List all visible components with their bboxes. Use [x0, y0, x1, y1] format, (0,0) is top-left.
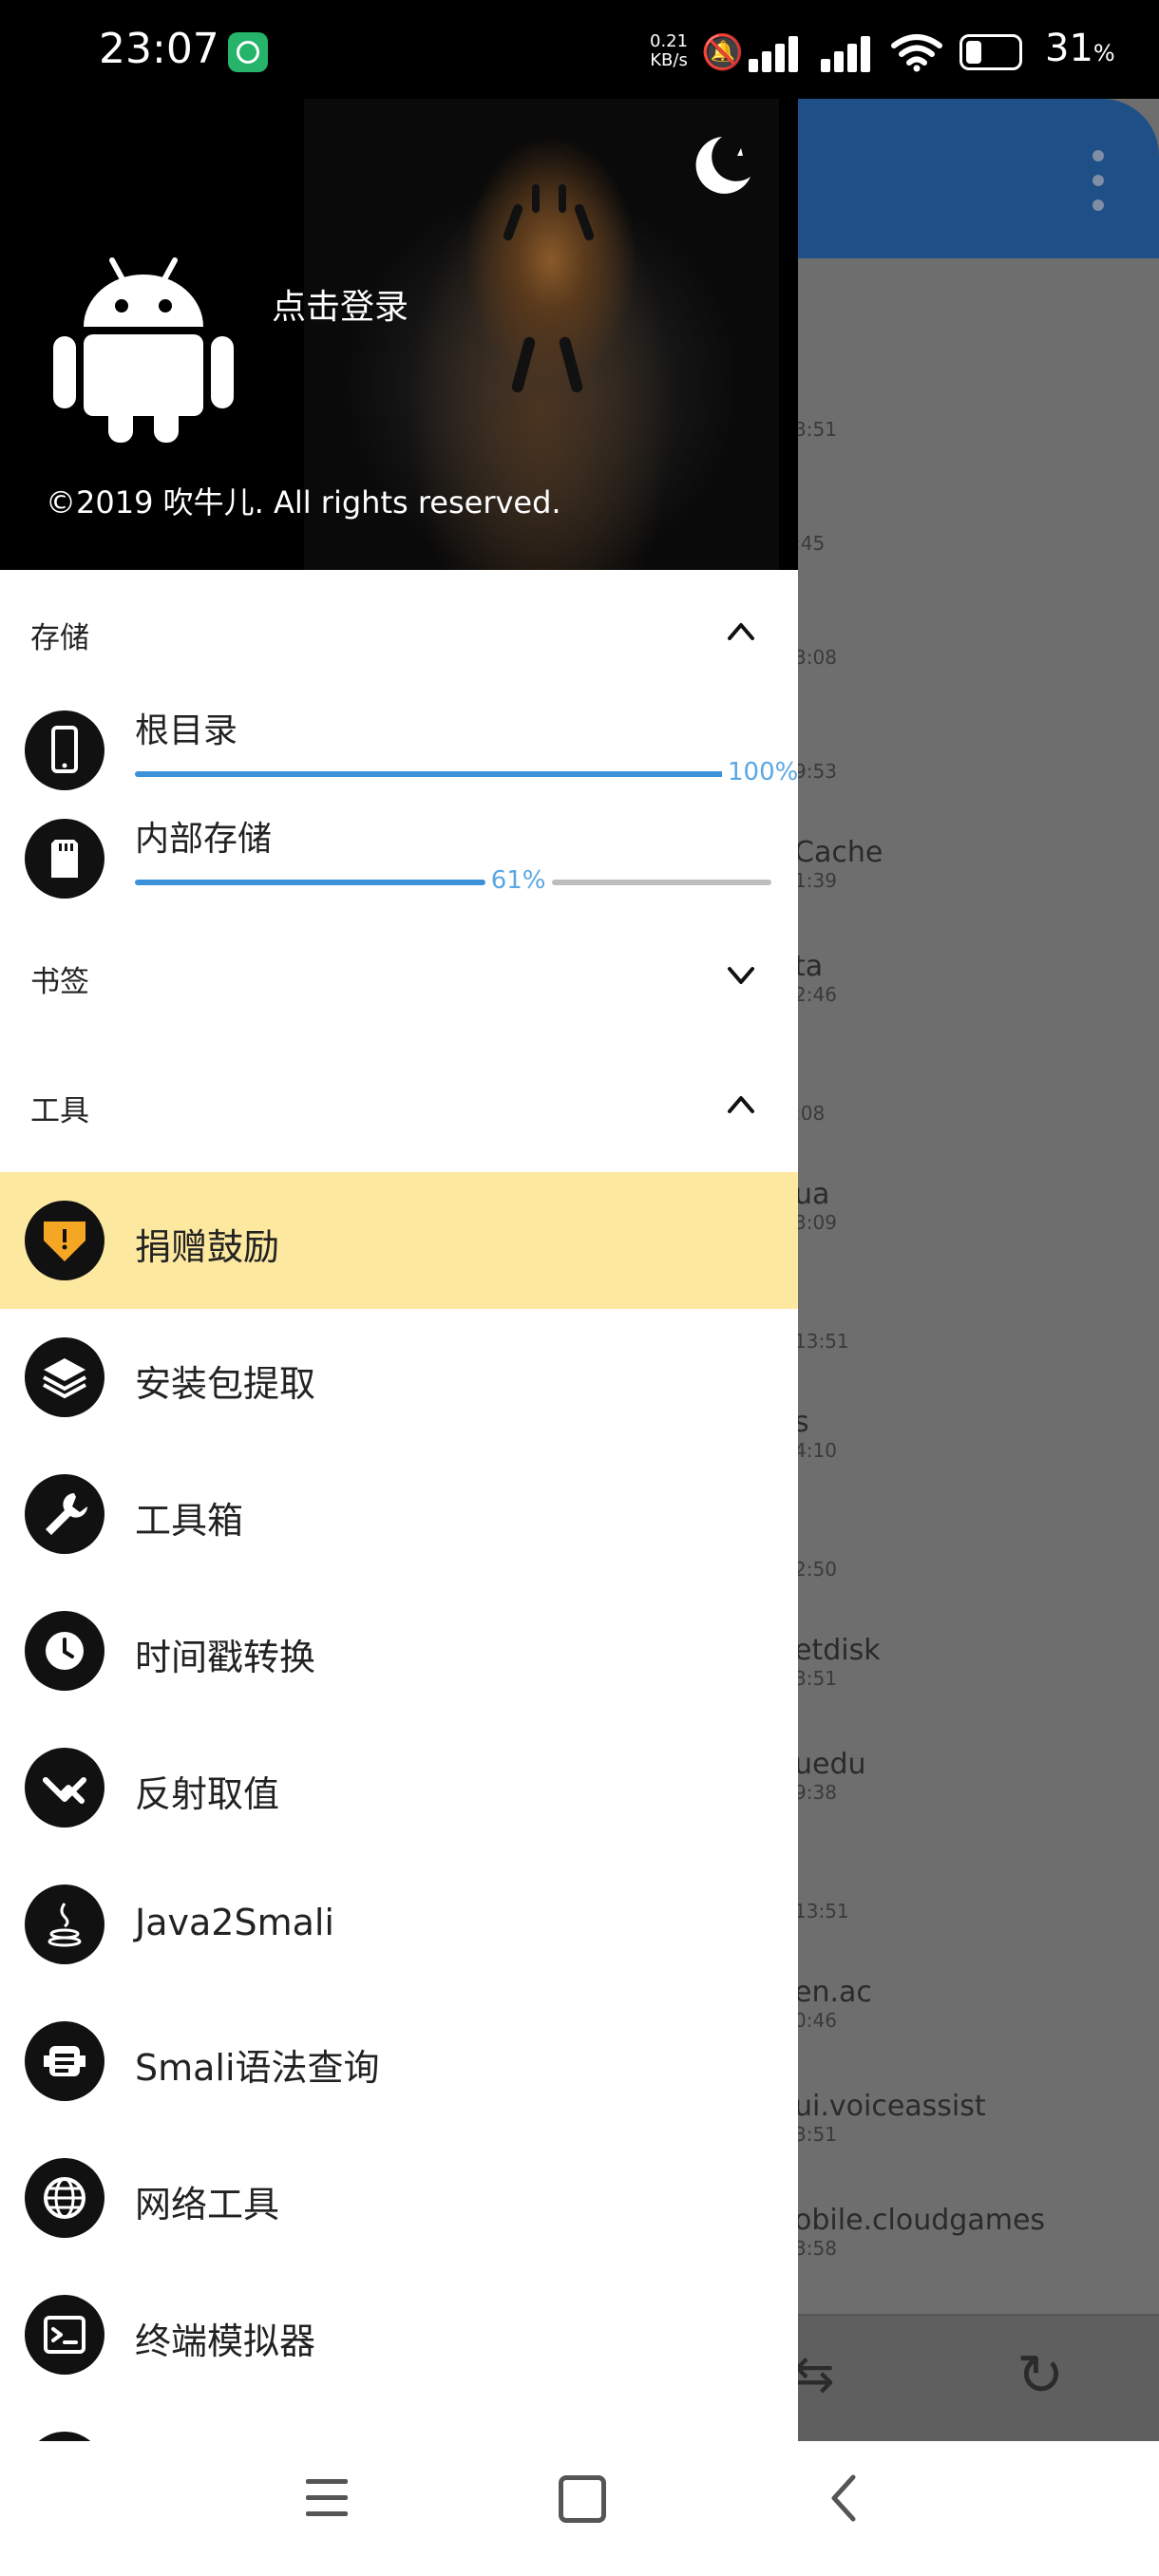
network-speed-unit: KB/s [650, 50, 688, 70]
swap-icon[interactable]: ⇆ [793, 2346, 835, 2403]
list-item[interactable]: obile.cloudgames 3:58 [794, 2204, 1045, 2260]
chevron-down-icon [728, 967, 754, 984]
tool-label: 反射取值 [135, 1773, 280, 1815]
mute-bell-icon: 🔕 [701, 33, 744, 72]
tool-label: 捐赠鼓励 [135, 1226, 280, 1268]
background-bottom-bar [798, 2314, 1159, 2443]
tool-item-java2smali[interactable]: Java2Smali [0, 1856, 798, 1993]
storage-usage-fill [135, 771, 724, 777]
section-tools-header[interactable]: 工具 [0, 1068, 798, 1144]
login-link[interactable]: 点击登录 [272, 279, 408, 329]
wifi-icon [891, 34, 942, 72]
storage-name: 根目录 [135, 711, 238, 750]
wrench-icon [25, 1474, 104, 1554]
list-item[interactable]: en.ac 0:46 [794, 1976, 872, 2032]
storage-free-track [551, 880, 771, 885]
clock-icon [25, 1611, 104, 1691]
storage-item-root[interactable]: 根目录 100% [0, 703, 798, 807]
section-bookmarks-header[interactable]: 书签 [0, 938, 798, 1014]
battery-percent-value: 31 [1045, 27, 1093, 70]
tool-label: 终端模拟器 [135, 2320, 316, 2362]
list-item[interactable]: ui.voiceassist 3:51 [794, 2090, 986, 2146]
list-item[interactable]: uedu 9:38 [794, 1748, 866, 1804]
list-item[interactable]: 2:50 [794, 1558, 837, 1581]
refresh-icon[interactable]: ↻ [1016, 2342, 1064, 2409]
donate-icon [25, 1201, 104, 1280]
system-navigation-bar [0, 2441, 1159, 2576]
tool-item-timestamp[interactable]: 时间戳转换 [0, 1582, 798, 1719]
tool-item-network[interactable]: 网络工具 [0, 2130, 798, 2266]
terminal-icon [25, 2295, 104, 2375]
network-speed-value: 0.21 [650, 31, 689, 51]
recent-apps-button[interactable] [306, 2479, 348, 2517]
java-icon [25, 1885, 104, 1964]
storage-usage-bar: 61% [135, 866, 771, 895]
battery-percent-unit: % [1092, 40, 1115, 66]
app-notification-icon [228, 32, 268, 72]
layers-icon [25, 1337, 104, 1417]
code-icon [25, 2021, 104, 2101]
tool-label: 工具箱 [135, 1500, 244, 1542]
storage-usage-fill [135, 880, 485, 885]
signal-icon [821, 34, 878, 72]
list-item[interactable]: 13:51 [794, 1330, 849, 1353]
tool-label: Java2Smali [135, 1902, 334, 1943]
list-item[interactable]: 3:51 [794, 418, 837, 441]
tool-item-donate[interactable]: 捐赠鼓励 [0, 1172, 798, 1309]
battery-percent: 31% [1045, 27, 1115, 70]
list-item[interactable]: etdisk 3:51 [794, 1634, 881, 1690]
storage-percent: 100% [722, 758, 798, 786]
battery-icon [960, 34, 1022, 70]
tool-item-reflection[interactable]: 反射取值 [0, 1719, 798, 1856]
chevron-up-icon [728, 623, 754, 640]
storage-percent: 61% [484, 866, 552, 895]
list-item[interactable]: 3:08 [794, 646, 837, 669]
list-item[interactable]: 9:53 [794, 760, 837, 783]
tool-item-smali-syntax[interactable]: Smali语法查询 [0, 1993, 798, 2130]
list-item[interactable]: 13:51 [794, 1900, 849, 1923]
tool-label: Smali语法查询 [135, 2047, 380, 2089]
tool-item-apk-extract[interactable]: 安装包提取 [0, 1309, 798, 1446]
section-title: 工具 [30, 1094, 89, 1128]
list-item[interactable]: :45 [794, 532, 825, 555]
status-bar: 23:07 0.21 KB/s 🔕 31% [0, 0, 1159, 99]
storage-name: 内部存储 [135, 820, 273, 859]
chevron-up-icon [728, 1096, 754, 1113]
storage-usage-bar: 100% [135, 758, 798, 786]
tool-item-toolbox[interactable]: 工具箱 [0, 1446, 798, 1582]
status-time: 23:07 [99, 25, 219, 73]
tool-label: 安装包提取 [135, 1363, 316, 1405]
more-options-icon[interactable] [1092, 150, 1106, 211]
sd-card-icon [25, 819, 104, 899]
globe-icon [25, 2158, 104, 2238]
phone-icon [25, 710, 104, 790]
tool-item-partial[interactable] [0, 2403, 798, 2441]
signal-icon [749, 34, 806, 72]
night-mode-icon[interactable] [684, 129, 760, 205]
avatar[interactable] [53, 253, 234, 443]
list-item[interactable]: s 4:10 [794, 1406, 837, 1462]
tool-label: 网络工具 [135, 2184, 280, 2226]
navigation-drawer: 点击登录 ©2019 吹牛儿. All rights reserved. 存储 … [0, 99, 798, 2441]
section-title: 书签 [30, 965, 89, 999]
trend-icon [25, 1748, 104, 1828]
home-button[interactable] [559, 2475, 606, 2523]
section-title: 存储 [30, 621, 89, 655]
partial-tool-icon [25, 2432, 104, 2441]
network-speed: 0.21 KB/s [650, 32, 688, 70]
list-item[interactable]: :08 [794, 1102, 825, 1125]
list-item[interactable]: ta 2:46 [794, 950, 837, 1006]
list-item[interactable]: Cache 1:39 [794, 836, 883, 892]
drawer-header: 点击登录 ©2019 吹牛儿. All rights reserved. [0, 99, 798, 570]
tool-item-terminal[interactable]: 终端模拟器 [0, 2266, 798, 2403]
storage-item-internal[interactable]: 内部存储 61% [0, 811, 798, 916]
tool-label: 时间戳转换 [135, 1637, 316, 1678]
back-button[interactable] [817, 2470, 874, 2527]
section-storage-header[interactable]: 存储 [0, 595, 798, 671]
copyright-text: ©2019 吹牛儿. All rights reserved. [46, 484, 561, 521]
list-item[interactable]: ua 3:09 [794, 1178, 837, 1234]
